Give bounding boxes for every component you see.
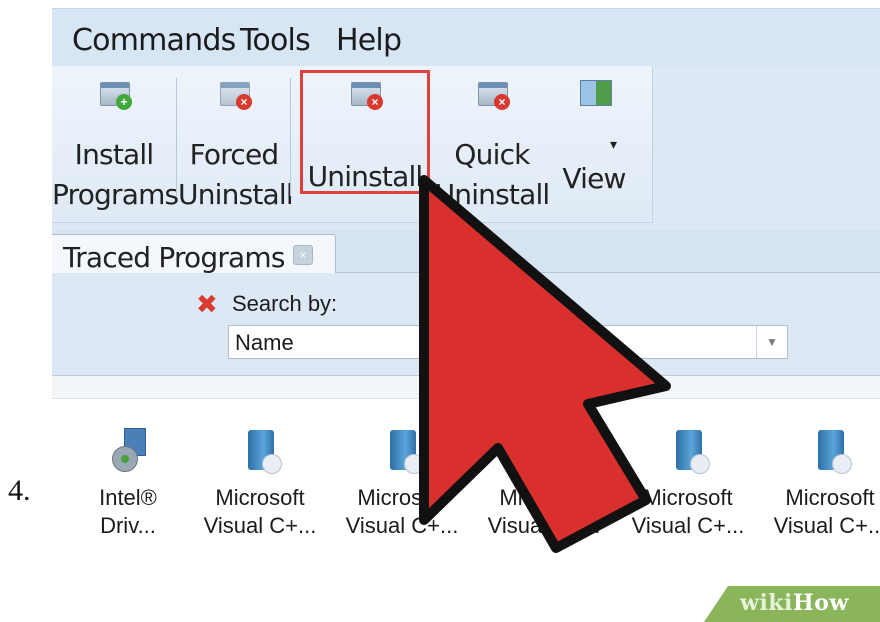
menu-tools[interactable]: Tools — [240, 23, 311, 58]
view-dropdown-icon: ▾ — [610, 136, 618, 152]
program-item[interactable]: Microsoft Visual C+... — [760, 428, 880, 540]
program-item[interactable]: Microsoft Visual C+... — [474, 428, 614, 540]
search-by-select[interactable]: Name ▼ — [228, 325, 788, 359]
program-item[interactable]: Microsoft Visual C+... — [190, 428, 330, 540]
forced-label-line1: Forced — [189, 138, 280, 171]
forced-uninstall-button[interactable]: × Forced Uninstall — [178, 76, 294, 216]
install-label-line1: Install — [74, 138, 154, 171]
clear-search-icon[interactable]: ✖ — [196, 289, 218, 320]
program-name-line2: Visual C+... — [631, 513, 745, 538]
quick-label-line1: Quick — [454, 138, 530, 171]
tab-strip: Traced Programs × — [52, 230, 880, 274]
app-window: Commands Tools Help + Install Programs ×… — [52, 0, 880, 575]
quick-uninstall-button[interactable]: × Quick Uninstall — [434, 76, 550, 216]
logo-wiki: wiki — [740, 590, 793, 616]
search-by-value: Name — [235, 330, 294, 355]
tab-close-icon[interactable]: × — [293, 245, 313, 265]
forced-label-line2: Uninstall — [178, 178, 294, 211]
tab-traced-programs[interactable]: Traced Programs × — [52, 234, 336, 274]
program-name-line2: Visual C+... — [773, 513, 880, 538]
ribbon: + Install Programs × Forced Uninstall × — [52, 66, 880, 230]
program-item[interactable]: Microsoft Visual C+... — [332, 428, 472, 540]
forced-uninstall-icon: × — [216, 76, 252, 110]
package-icon — [240, 428, 282, 476]
program-name-line1: Microsoft — [357, 485, 447, 510]
program-name-line1: Microsoft — [499, 485, 589, 510]
step-number: 4. — [8, 474, 31, 507]
installer-icon — [108, 428, 148, 476]
program-name-line1: Microsoft — [785, 485, 875, 510]
ribbon-panel: + Install Programs × Forced Uninstall × — [52, 66, 653, 223]
package-icon — [524, 428, 566, 476]
view-icon — [576, 76, 612, 108]
program-item[interactable]: Microsoft Visual C+... — [618, 428, 758, 540]
quick-uninstall-icon: × — [474, 76, 510, 110]
program-name-line2: Visual C+... — [345, 513, 459, 538]
view-button[interactable]: ▾ View — [552, 76, 636, 216]
search-by-label: Search by: — [232, 291, 338, 316]
search-panel: ✖ Search by: Name ▼ — [52, 273, 880, 376]
list-header-band — [52, 376, 880, 399]
install-icon: + — [96, 76, 132, 110]
tab-label: Traced Programs — [63, 241, 285, 274]
program-item[interactable]: Intel® Driv... — [58, 428, 198, 540]
uninstall-highlight-box — [300, 70, 430, 194]
program-name-line1: Microsoft — [215, 485, 305, 510]
install-programs-button[interactable]: + Install Programs — [52, 76, 179, 216]
wikihow-logo: wikiHow — [704, 586, 880, 622]
ribbon-separator — [290, 78, 291, 196]
program-name-line2: Driv... — [100, 513, 156, 538]
menu-help[interactable]: Help — [336, 23, 402, 58]
program-name-line2: Visual C+... — [203, 513, 317, 538]
program-name-line2: Visual C+... — [487, 513, 601, 538]
package-icon — [668, 428, 710, 476]
chevron-down-icon[interactable]: ▼ — [756, 326, 787, 358]
view-label: View — [562, 162, 626, 195]
window-top-edge — [52, 0, 880, 8]
menu-bar: Commands Tools Help — [52, 8, 880, 67]
program-name-line1: Microsoft — [643, 485, 733, 510]
package-icon — [382, 428, 424, 476]
program-name-line1: Intel® — [99, 485, 157, 510]
menu-commands[interactable]: Commands — [72, 23, 236, 58]
logo-how: How — [792, 590, 849, 616]
ribbon-separator — [176, 78, 177, 196]
package-icon — [810, 428, 852, 476]
install-label-line2: Programs — [52, 178, 179, 211]
quick-label-line2: Uninstall — [434, 178, 551, 211]
